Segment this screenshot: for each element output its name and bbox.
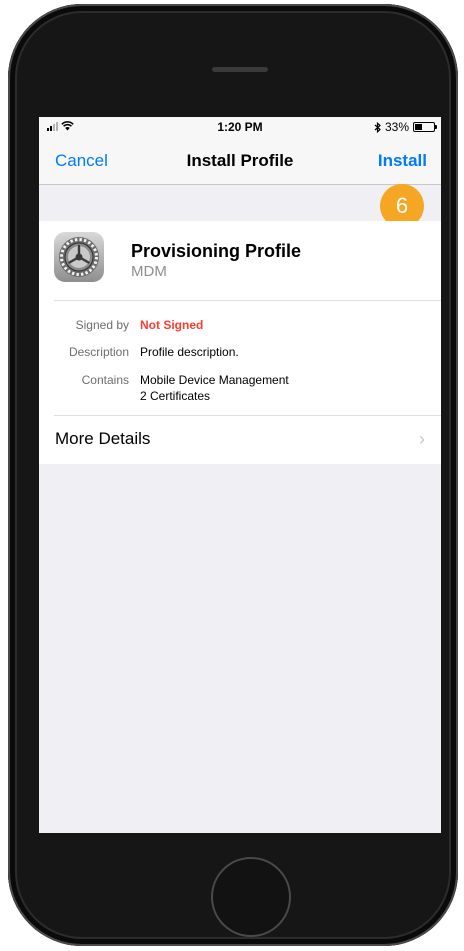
contains-value: Mobile Device Management bbox=[140, 373, 289, 387]
status-bar: 1:20 PM 33% bbox=[39, 117, 441, 137]
chevron-right-icon: › bbox=[419, 429, 425, 449]
home-button[interactable] bbox=[211, 857, 291, 937]
description-label: Description bbox=[68, 345, 129, 359]
install-button[interactable]: Install bbox=[378, 151, 427, 171]
profile-subtitle: MDM bbox=[131, 263, 167, 280]
navigation-bar: Install Profile Cancel Install bbox=[39, 137, 441, 185]
settings-gear-icon bbox=[54, 232, 104, 282]
signed-by-label: Signed by bbox=[75, 318, 129, 332]
contains-label: Contains bbox=[81, 373, 129, 387]
status-right: 33% bbox=[374, 120, 437, 134]
earpiece-speaker bbox=[212, 67, 268, 72]
gear-graphic bbox=[59, 237, 99, 277]
more-details-row[interactable] bbox=[39, 415, 441, 463]
battery-icon bbox=[413, 122, 437, 132]
bluetooth-icon bbox=[374, 121, 381, 133]
cancel-button[interactable]: Cancel bbox=[55, 151, 108, 171]
signed-by-value: Not Signed bbox=[140, 318, 204, 332]
profile-name: Provisioning Profile bbox=[131, 241, 302, 261]
divider bbox=[54, 300, 441, 301]
phone-screen: 1:20 PM 33% Install Profile Cancel Insta… bbox=[39, 117, 441, 833]
contains-value-2: 2 Certificates bbox=[140, 389, 211, 403]
battery-percent: 33% bbox=[384, 120, 409, 134]
description-value: Profile description. bbox=[140, 345, 239, 359]
